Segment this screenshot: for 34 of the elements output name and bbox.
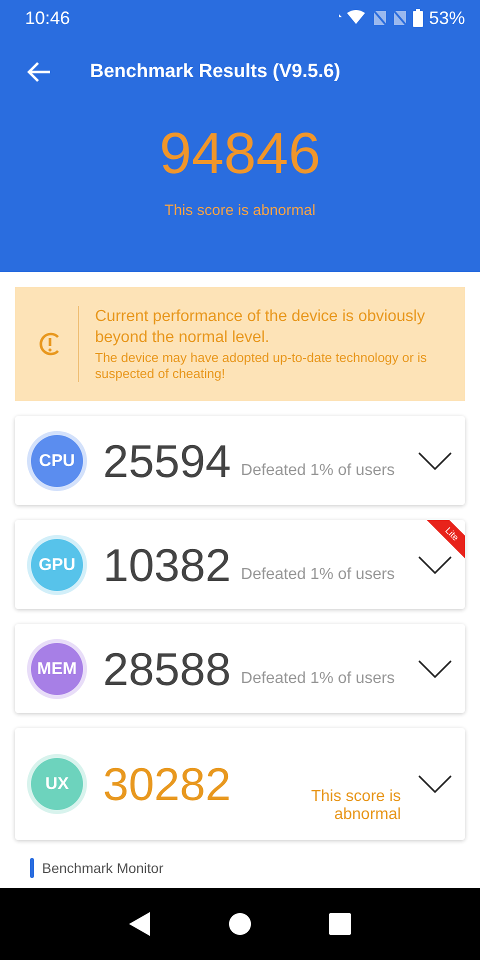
chevron-down-icon[interactable] bbox=[418, 556, 452, 574]
warning-detail: The device may have adopted up-to-date technology or is suspected of cheating! bbox=[95, 350, 428, 382]
ribbon-label: Lite bbox=[443, 525, 461, 543]
no-signal-icon bbox=[392, 10, 407, 26]
score-note: This score is abnormal bbox=[164, 202, 316, 219]
back-nav-icon[interactable] bbox=[129, 912, 151, 936]
category-badge: CPU bbox=[31, 434, 83, 486]
category-badge: GPU bbox=[31, 538, 83, 590]
score-note: Defeated 1% of users bbox=[240, 670, 396, 688]
category-badge: MEM bbox=[31, 642, 83, 694]
no-signal-icon bbox=[372, 10, 387, 26]
score-note: Defeated 1% of users bbox=[240, 462, 396, 480]
result-card[interactable]: GPU 10382 Defeated 1% of users Lite bbox=[15, 520, 465, 609]
total-score: 94846 bbox=[158, 120, 322, 188]
score-note: This score is abnormal bbox=[310, 788, 401, 824]
category-badge: UX bbox=[31, 758, 83, 810]
category-score: 10382 bbox=[103, 538, 231, 592]
result-card[interactable]: MEM 28588 Defeated 1% of users bbox=[15, 624, 465, 713]
section-label: Benchmark Monitor bbox=[42, 860, 164, 876]
screen-title: Benchmark Results (V9.5.6) bbox=[90, 61, 340, 83]
status-time: 10:46 bbox=[25, 8, 70, 28]
chevron-down-icon[interactable] bbox=[418, 775, 452, 793]
category-score: 28588 bbox=[103, 642, 231, 696]
battery-icon bbox=[412, 9, 423, 27]
score-note: Defeated 1% of users bbox=[240, 566, 396, 584]
chevron-down-icon[interactable] bbox=[418, 452, 452, 470]
warning-headline: Current performance of the device is obviously beyond the normal level. bbox=[95, 307, 426, 348]
home-nav-icon[interactable] bbox=[229, 913, 251, 935]
category-score: 30282 bbox=[103, 757, 231, 811]
result-card[interactable]: CPU 25594 Defeated 1% of users bbox=[15, 416, 465, 505]
category-score: 25594 bbox=[103, 434, 231, 488]
battery-percentage: 53% bbox=[428, 8, 465, 28]
chevron-down-icon[interactable] bbox=[418, 660, 452, 678]
wifi-icon bbox=[338, 10, 367, 26]
